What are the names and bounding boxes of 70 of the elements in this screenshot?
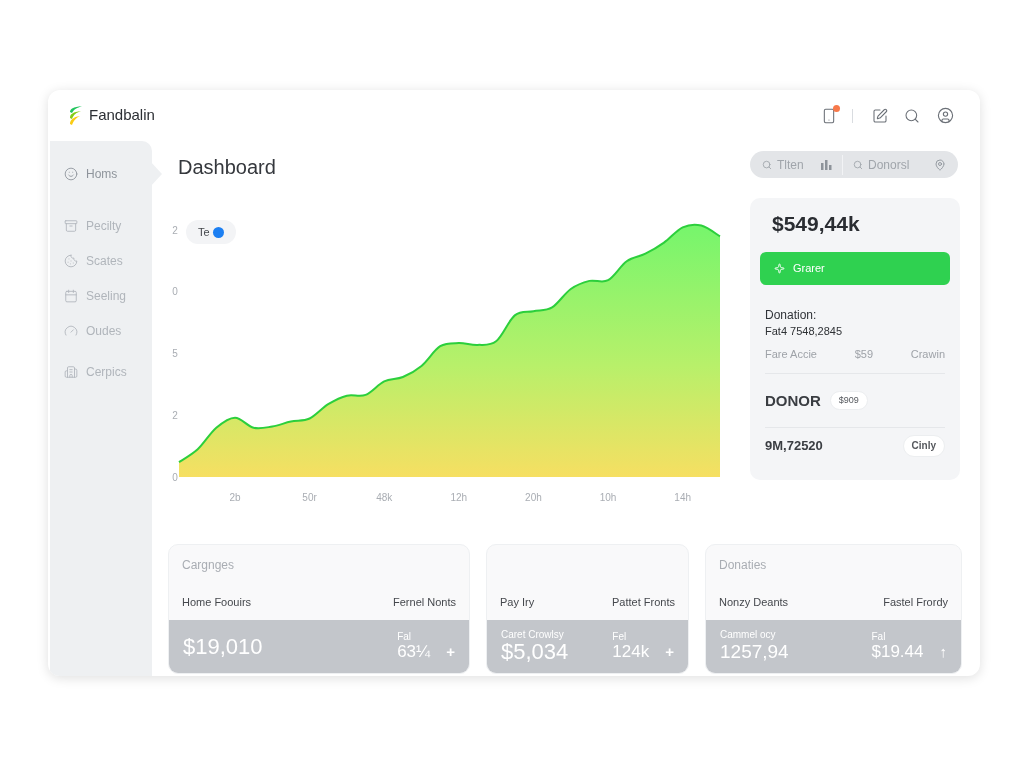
x-axis-label: 2b	[229, 492, 241, 503]
search-field[interactable]: Donorsl	[868, 157, 918, 172]
donor-label: DONOR	[765, 391, 821, 410]
change-label: Fal	[871, 631, 886, 642]
search-field[interactable]: Tlten	[777, 157, 821, 172]
sidebar-item[interactable]: Oudes	[64, 324, 122, 338]
sidebar-item[interactable]: Scates	[64, 254, 123, 268]
cookie-icon	[64, 254, 78, 268]
change-value: 124k	[612, 642, 650, 662]
x-axis-label: 48k	[376, 492, 393, 503]
search-icon	[853, 159, 863, 170]
sidebar-item[interactable]: Seeling	[64, 289, 127, 303]
card-total: $5,034	[501, 640, 569, 664]
card-total: 1257,94	[720, 640, 789, 664]
phone-icon[interactable]	[821, 107, 837, 124]
building-icon	[64, 365, 78, 379]
smile-icon	[64, 167, 78, 181]
change-value: 63¼	[397, 642, 431, 662]
y-axis-label: 0	[172, 471, 178, 483]
search-icon[interactable]	[904, 107, 920, 124]
card-total: $19,010	[183, 634, 263, 659]
change-arrow: +	[665, 642, 674, 662]
bars-icon[interactable]	[821, 159, 832, 170]
sidebar-item[interactable]: Homs	[64, 167, 118, 181]
detail-text: Fare Accie	[765, 348, 817, 361]
pen-square-icon[interactable]	[872, 107, 888, 124]
page-title: Dashboard	[177, 155, 276, 179]
change-arrow: +	[446, 642, 455, 662]
search-icon	[762, 159, 772, 170]
logo-icon	[68, 106, 83, 125]
sidebar-item[interactable]: Cerpics	[64, 365, 127, 379]
card-title: Donaties	[719, 558, 767, 572]
card-caption: Caret Crowlsy	[501, 629, 564, 640]
card-label: Pay Iry	[500, 595, 535, 609]
detail-text: $59	[854, 348, 874, 361]
x-axis-label: 12h	[450, 492, 468, 503]
y-axis-label: 2	[172, 409, 178, 421]
card-label: Fastel Frordy	[883, 595, 948, 609]
card-label: Home Foouirs	[182, 595, 252, 609]
legend-label: Te	[198, 225, 210, 239]
card-title: Cargnges	[182, 558, 235, 572]
x-axis-label: 10h	[599, 492, 617, 503]
x-axis-label: 50r	[302, 492, 317, 503]
total-amount: $549,44k	[771, 212, 860, 236]
footer-badge: Cinly	[902, 435, 945, 457]
footer-value: 9M,72520	[765, 438, 823, 454]
donation-value: Fat4 7548,2845	[765, 325, 843, 338]
change-label: Fal	[397, 631, 412, 642]
sparkle-icon	[774, 263, 785, 274]
x-axis-label: 20h	[525, 492, 542, 503]
change-label: Fel	[612, 631, 627, 642]
detail-text: Crawin	[910, 348, 945, 361]
change-value: $19.44	[871, 642, 924, 662]
primary-button[interactable]: Grarer	[760, 252, 950, 285]
donor-badge: $909	[829, 391, 868, 410]
donation-label: Donation:	[765, 308, 817, 322]
card-label: Nonzy Deants	[719, 595, 789, 609]
archive-icon	[64, 219, 78, 233]
y-axis-label: 5	[172, 348, 178, 359]
app-name: Fandbalin	[89, 105, 155, 126]
sidebar-item[interactable]: Pecilty	[64, 219, 122, 233]
gauge-icon	[64, 324, 78, 338]
card-label: Fernel Nonts	[393, 595, 456, 609]
y-axis-label: 2	[172, 224, 178, 236]
x-axis-label: 14h	[674, 492, 692, 503]
calendar-icon	[64, 289, 78, 303]
change-arrow: ↑	[939, 642, 947, 662]
y-axis-label: 0	[172, 286, 178, 298]
user-icon[interactable]	[937, 107, 954, 124]
card-label: Pattet Fronts	[612, 595, 675, 609]
